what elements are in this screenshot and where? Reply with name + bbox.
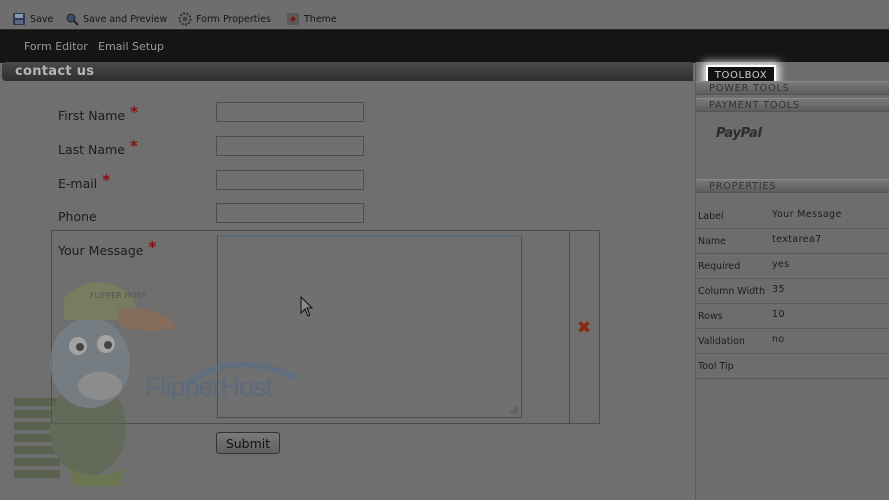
form-properties-button[interactable]: Form Properties: [178, 10, 271, 28]
required-marker: *: [129, 137, 138, 155]
property-row[interactable]: Name textarea7: [696, 228, 889, 254]
mouse-cursor-icon: [300, 296, 314, 317]
form-title-bar: [2, 62, 693, 81]
property-row[interactable]: Label Your Message: [696, 203, 889, 229]
email-label: E-mail *: [58, 171, 111, 191]
property-row[interactable]: Validation no: [696, 328, 889, 354]
save-label: Save: [30, 13, 54, 25]
resize-grip-icon[interactable]: [510, 406, 518, 414]
brand-logo-text: FlipperHost: [145, 372, 273, 402]
required-marker: *: [148, 238, 157, 256]
phone-label: Phone: [58, 209, 97, 224]
property-value[interactable]: Your Message: [772, 209, 842, 220]
last-name-input[interactable]: [216, 136, 364, 156]
property-label: Required: [698, 261, 741, 272]
tab-form-editor[interactable]: Form Editor: [24, 40, 88, 53]
first-name-label: First Name *: [58, 103, 139, 123]
message-label: Your Message *: [58, 238, 157, 258]
form-title: contact us: [15, 64, 95, 79]
save-icon: [13, 13, 25, 25]
theme-label: Theme: [304, 13, 337, 25]
property-row[interactable]: Required yes: [696, 253, 889, 279]
property-label: Tool Tip: [698, 361, 734, 372]
property-label: Rows: [698, 311, 723, 322]
property-value[interactable]: textarea7: [772, 234, 822, 245]
required-marker: *: [130, 103, 139, 121]
property-row[interactable]: Rows 10: [696, 303, 889, 329]
magnifier-icon: [66, 13, 79, 26]
theme-icon: [287, 13, 299, 25]
first-name-input[interactable]: [216, 102, 364, 122]
tab-power-tools[interactable]: POWER TOOLS: [696, 81, 889, 95]
theme-button[interactable]: Theme: [286, 10, 337, 28]
phone-input[interactable]: [216, 203, 364, 223]
properties-header: PROPERTIES: [696, 179, 889, 193]
tab-email-setup[interactable]: Email Setup: [98, 40, 164, 53]
form-properties-label: Form Properties: [196, 13, 271, 25]
save-button[interactable]: Save: [12, 10, 53, 28]
last-name-label: Last Name *: [58, 137, 138, 157]
delete-field-icon[interactable]: ✖: [577, 318, 591, 338]
save-preview-label: Save and Preview: [83, 13, 168, 25]
property-label: Label: [698, 211, 724, 222]
tab-payment-tools[interactable]: PAYMENT TOOLS: [696, 98, 889, 112]
property-label: Validation: [698, 336, 745, 347]
property-row[interactable]: Column Width 35: [696, 278, 889, 304]
required-marker: *: [102, 171, 111, 189]
property-value[interactable]: yes: [772, 259, 790, 270]
field-divider: [569, 230, 570, 424]
property-label: Name: [698, 236, 727, 247]
property-label: Column Width: [698, 286, 766, 297]
property-value[interactable]: 35: [772, 284, 785, 295]
property-row[interactable]: Tool Tip: [696, 353, 889, 379]
property-value[interactable]: 10: [772, 309, 785, 320]
mascot-cap-text: FLIPPER HOST: [90, 291, 147, 300]
property-value[interactable]: no: [772, 334, 785, 345]
email-input[interactable]: [216, 170, 364, 190]
paypal-logo-button[interactable]: PayPal: [716, 126, 762, 141]
submit-button[interactable]: Submit: [216, 432, 280, 454]
save-preview-button[interactable]: Save and Preview: [65, 10, 167, 28]
gear-icon: [178, 12, 192, 26]
